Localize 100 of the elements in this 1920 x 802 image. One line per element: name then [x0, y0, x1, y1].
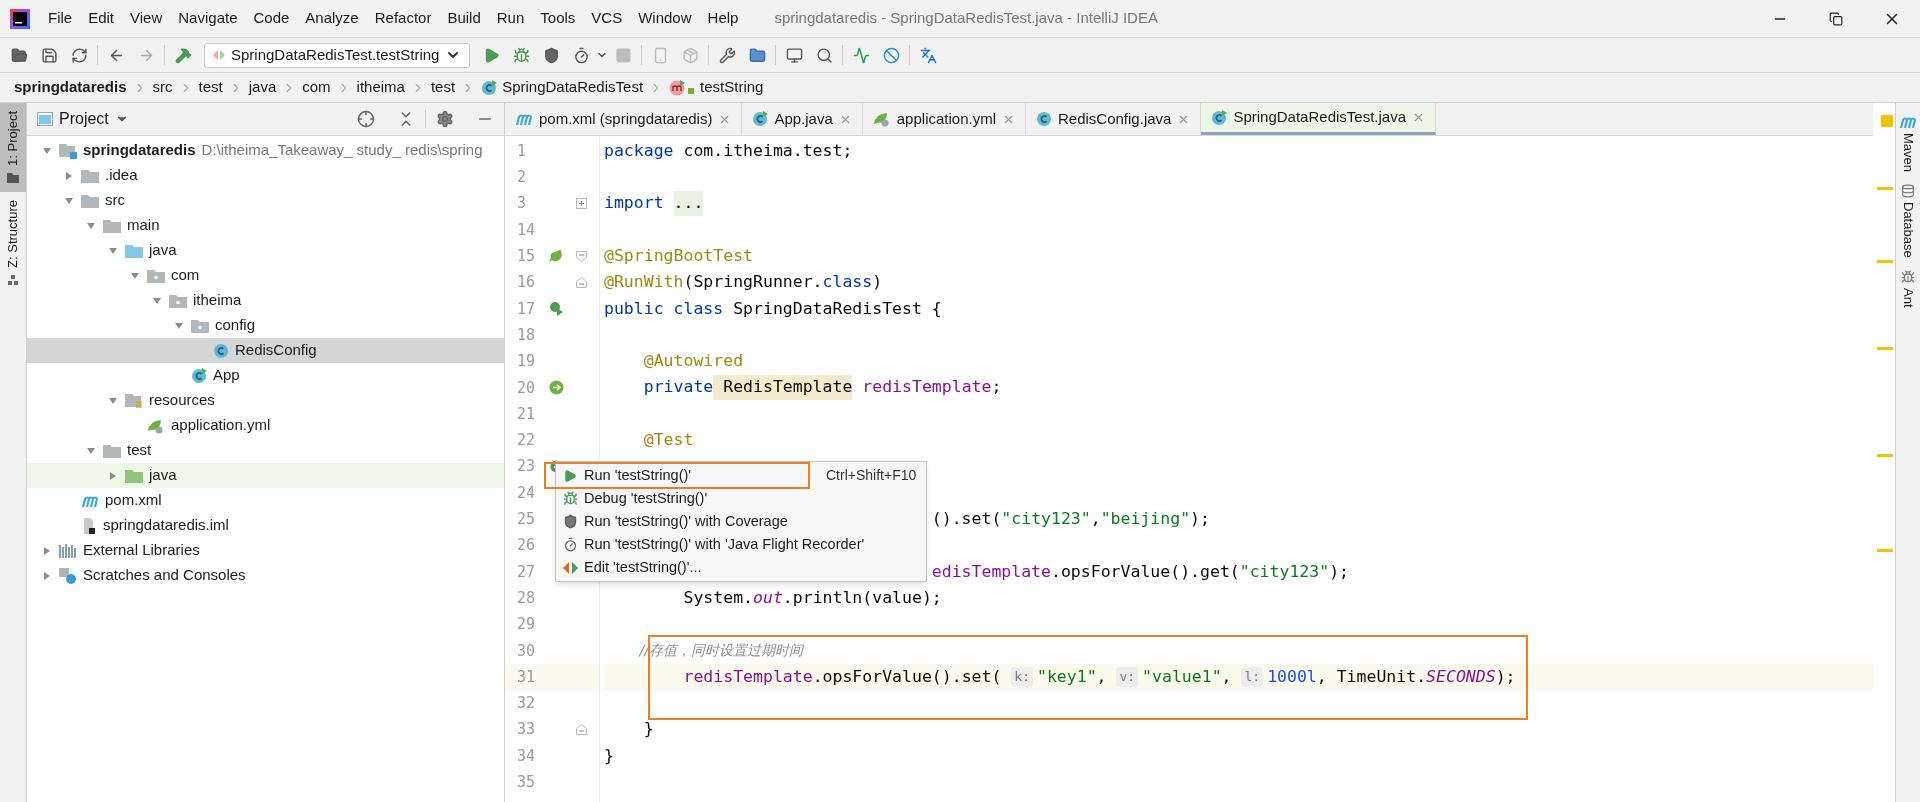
- expand-arrow-icon[interactable]: [174, 320, 184, 331]
- collapse-arrow-icon[interactable]: [42, 545, 52, 556]
- disable-icon[interactable]: [882, 46, 900, 64]
- sync-icon[interactable]: [70, 46, 88, 64]
- tree-item[interactable]: App: [27, 363, 504, 388]
- collapse-arrow-icon[interactable]: [64, 170, 74, 181]
- tree-item[interactable]: src: [27, 188, 504, 213]
- tool-window-tab[interactable]: 1: Project: [0, 103, 26, 192]
- tree-item[interactable]: com: [27, 263, 504, 288]
- expand-arrow-icon[interactable]: [86, 445, 96, 456]
- menu-item[interactable]: Edit 'testString()'...: [556, 556, 926, 579]
- tree-item[interactable]: RedisConfig: [27, 338, 504, 363]
- coverage-icon[interactable]: [542, 46, 560, 64]
- menu-item[interactable]: Refactor: [366, 3, 440, 34]
- configuration-icon: [213, 49, 225, 61]
- expand-arrow-icon[interactable]: [130, 270, 140, 281]
- tree-item[interactable]: .idea: [27, 163, 504, 188]
- menu-item[interactable]: VCS: [583, 3, 631, 34]
- menu-item[interactable]: Help: [699, 3, 747, 34]
- package-icon[interactable]: [681, 46, 699, 64]
- collapse-arrow-icon[interactable]: [108, 470, 118, 481]
- editor-tab[interactable]: App.java: [742, 103, 863, 135]
- expand-arrow-icon[interactable]: [108, 245, 118, 256]
- debug-icon[interactable]: [512, 46, 530, 64]
- locate-icon[interactable]: [357, 110, 375, 128]
- breadcrumb[interactable]: test: [196, 76, 225, 99]
- bean-icon[interactable]: [548, 380, 564, 396]
- expand-arrow-icon[interactable]: [64, 195, 74, 206]
- restore-icon[interactable]: [1829, 11, 1843, 26]
- fold-marker-icon[interactable]: [575, 277, 587, 289]
- menu-item[interactable]: Tools: [532, 3, 584, 34]
- breadcrumb[interactable]: test: [428, 76, 458, 99]
- settings-icon[interactable]: [436, 110, 454, 128]
- fold-marker-icon[interactable]: [575, 250, 587, 262]
- tree-item[interactable]: resources: [27, 388, 504, 413]
- tree-item[interactable]: Scratches and Consoles: [27, 563, 504, 588]
- tree-item[interactable]: java: [27, 463, 504, 488]
- tool-window-tab[interactable]: Ant: [1898, 263, 1918, 314]
- menu-item[interactable]: File: [40, 3, 81, 34]
- terminal-icon[interactable]: [785, 46, 803, 64]
- menu-item[interactable]: Run 'testString()' with Coverage: [556, 510, 926, 533]
- tree-item[interactable]: main: [27, 213, 504, 238]
- expand-arrow-icon[interactable]: [86, 220, 96, 231]
- tree-item[interactable]: java: [27, 238, 504, 263]
- build-icon[interactable]: [174, 46, 192, 64]
- tree-item[interactable]: springdataredis D:\itheima_Takeaway_ study_ redis\spring: [27, 138, 504, 163]
- settings-icon[interactable]: [718, 46, 736, 64]
- expand-arrow-icon[interactable]: [152, 295, 162, 306]
- breadcrumb[interactable]: SpringDataRedisTest: [479, 76, 646, 99]
- fold-marker-icon[interactable]: [575, 724, 587, 736]
- menu-item[interactable]: Run 'testString()' with 'Java Flight Recorder': [556, 533, 926, 556]
- menu-item[interactable]: Edit: [80, 3, 123, 34]
- panel-icon: [37, 112, 53, 126]
- stop-icon[interactable]: [614, 46, 632, 64]
- menu-item[interactable]: Code: [245, 3, 298, 34]
- menu-item[interactable]: Build: [439, 3, 489, 34]
- search-icon[interactable]: [815, 46, 833, 64]
- tree-item[interactable]: application.yml: [27, 413, 504, 438]
- menu-item[interactable]: Navigate: [170, 3, 246, 34]
- breadcrumb[interactable]: java: [246, 76, 279, 99]
- tool-window-tab[interactable]: Z: Structure: [0, 191, 26, 294]
- breadcrumb[interactable]: itheima: [354, 76, 407, 99]
- project-structure-icon[interactable]: [748, 46, 766, 64]
- leaf-icon[interactable]: [549, 249, 563, 264]
- breadcrumb[interactable]: testString: [667, 76, 766, 99]
- collapse-arrow-icon[interactable]: [42, 570, 52, 581]
- run-configuration-dropdown[interactable]: SpringDataRedisTest.testString: [204, 42, 471, 68]
- menu-item[interactable]: View: [122, 3, 171, 34]
- translate-icon[interactable]: [919, 46, 937, 64]
- module-file-icon: [81, 517, 97, 534]
- menu-item[interactable]: Run: [488, 3, 533, 34]
- expand-arrow-icon[interactable]: [42, 145, 52, 156]
- tree-item[interactable]: springdataredis.iml: [27, 513, 504, 538]
- profiler-icon[interactable]: [572, 46, 590, 64]
- run-icon[interactable]: [548, 301, 564, 317]
- tool-window-tab[interactable]: Database: [1898, 178, 1918, 264]
- code-text: ,: [1090, 507, 1101, 530]
- menu-item[interactable]: Analyze: [297, 3, 367, 34]
- breadcrumb[interactable]: com: [300, 76, 333, 99]
- fold-plus-icon[interactable]: [575, 198, 587, 210]
- code-text: com.itheima.test;: [682, 139, 853, 162]
- panel-title[interactable]: Project: [59, 107, 109, 131]
- save-icon[interactable]: [40, 46, 58, 64]
- editor-tab[interactable]: application.yml: [862, 103, 1026, 135]
- tree-item[interactable]: itheima: [27, 288, 504, 313]
- folder-icon: [81, 193, 99, 208]
- open-folder-icon[interactable]: [10, 46, 28, 64]
- editor-tab[interactable]: pom.xml (springdataredis): [505, 103, 743, 135]
- menu-item[interactable]: Window: [630, 3, 700, 34]
- expand-arrow-icon[interactable]: [108, 395, 118, 406]
- tool-window-tab[interactable]: Maven: [1898, 109, 1918, 179]
- tree-item[interactable]: test: [27, 438, 504, 463]
- breadcrumb[interactable]: src: [150, 76, 175, 99]
- tree-item[interactable]: config: [27, 313, 504, 338]
- tree-item[interactable]: pom.xml: [27, 488, 504, 513]
- activity-monitor-icon[interactable]: [852, 46, 870, 64]
- tree-item[interactable]: External Libraries: [27, 538, 504, 563]
- editor-tab[interactable]: SpringDataRedisTest.java: [1201, 103, 1436, 135]
- menu-item[interactable]: Debug 'testString()': [556, 487, 926, 510]
- breadcrumb[interactable]: springdataredis: [12, 76, 129, 99]
